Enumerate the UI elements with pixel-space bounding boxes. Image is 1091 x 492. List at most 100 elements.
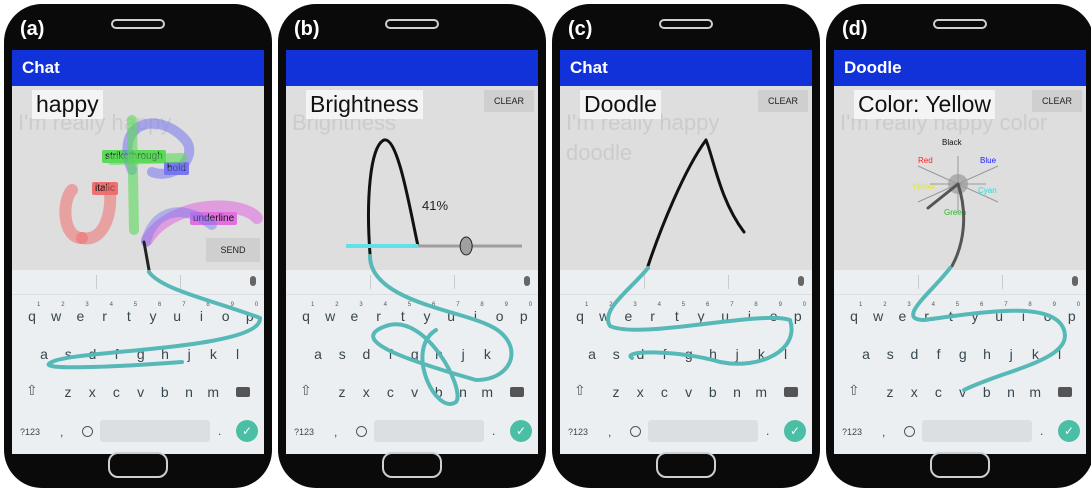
key-b[interactable]: b (155, 384, 175, 400)
backspace-key[interactable] (236, 387, 250, 397)
key-j[interactable]: j (727, 346, 747, 362)
key-t[interactable]: t (667, 308, 687, 324)
key-q[interactable]: q (22, 308, 42, 324)
key-k[interactable]: k (477, 346, 497, 362)
key-u[interactable]: u (167, 308, 187, 324)
key-k[interactable]: k (1025, 346, 1045, 362)
home-button[interactable] (930, 452, 990, 478)
space-bar[interactable] (648, 420, 758, 442)
globe-icon[interactable] (356, 426, 367, 437)
key-x[interactable]: x (630, 384, 650, 400)
suggestion-strip[interactable] (834, 270, 1086, 295)
key-i[interactable]: i (1013, 308, 1033, 324)
space-bar[interactable] (922, 420, 1032, 442)
globe-icon[interactable] (904, 426, 915, 437)
key-w[interactable]: w (46, 308, 66, 324)
enter-key[interactable]: ✓ (1058, 420, 1080, 442)
key-v[interactable]: v (405, 384, 425, 400)
key-r[interactable]: r (643, 308, 663, 324)
clear-button[interactable]: CLEAR (1032, 90, 1082, 112)
key-v[interactable]: v (953, 384, 973, 400)
key-j[interactable]: j (453, 346, 473, 362)
key-p[interactable]: p (1062, 308, 1082, 324)
content-area[interactable]: I'm really happy color Color: Yellow CLE… (834, 86, 1086, 270)
mic-icon[interactable] (798, 276, 804, 286)
key-b[interactable]: b (429, 384, 449, 400)
shift-key[interactable]: ⇧ (26, 382, 38, 399)
key-u[interactable]: u (715, 308, 735, 324)
key-t[interactable]: t (393, 308, 413, 324)
enter-key[interactable]: ✓ (784, 420, 806, 442)
space-bar[interactable] (100, 420, 210, 442)
key-p[interactable]: p (240, 308, 260, 324)
key-a[interactable]: a (34, 346, 54, 362)
key-y[interactable]: y (691, 308, 711, 324)
symbols-key[interactable]: ?123 (568, 427, 588, 437)
mic-icon[interactable] (1072, 276, 1078, 286)
key-w[interactable]: w (594, 308, 614, 324)
globe-icon[interactable] (630, 426, 641, 437)
key-c[interactable]: c (380, 384, 400, 400)
key-a[interactable]: a (308, 346, 328, 362)
key-w[interactable]: w (320, 308, 340, 324)
content-area[interactable]: Brightness Brightness CLEAR 41% (286, 86, 538, 270)
key-v[interactable]: v (131, 384, 151, 400)
key-w[interactable]: w (868, 308, 888, 324)
key-h[interactable]: h (977, 346, 997, 362)
key-r[interactable]: r (95, 308, 115, 324)
key-z[interactable]: z (58, 384, 78, 400)
symbols-key[interactable]: ?123 (842, 427, 862, 437)
key-g[interactable]: g (131, 346, 151, 362)
key-o[interactable]: o (216, 308, 236, 324)
symbols-key[interactable]: ?123 (294, 427, 314, 437)
color-option-black[interactable]: Black (942, 138, 962, 147)
key-e[interactable]: e (618, 308, 638, 324)
key-u[interactable]: u (441, 308, 461, 324)
clear-button[interactable]: CLEAR (758, 90, 808, 112)
backspace-key[interactable] (510, 387, 524, 397)
key-e[interactable]: e (70, 308, 90, 324)
key-n[interactable]: n (453, 384, 473, 400)
key-y[interactable]: y (143, 308, 163, 324)
period-key[interactable]: . (218, 424, 221, 438)
key-y[interactable]: y (965, 308, 985, 324)
period-key[interactable]: . (1040, 424, 1043, 438)
backspace-key[interactable] (1058, 387, 1072, 397)
key-l[interactable]: l (502, 346, 522, 362)
key-k[interactable]: k (751, 346, 771, 362)
key-i[interactable]: i (465, 308, 485, 324)
key-y[interactable]: y (417, 308, 437, 324)
comma-key[interactable]: , (882, 425, 885, 439)
key-n[interactable]: n (727, 384, 747, 400)
mic-icon[interactable] (524, 276, 530, 286)
key-e[interactable]: e (344, 308, 364, 324)
key-x[interactable]: x (904, 384, 924, 400)
key-d[interactable]: d (630, 346, 650, 362)
home-button[interactable] (108, 452, 168, 478)
key-v[interactable]: v (679, 384, 699, 400)
suggestion-strip[interactable] (12, 270, 264, 295)
backspace-key[interactable] (784, 387, 798, 397)
key-l[interactable]: l (1050, 346, 1070, 362)
key-t[interactable]: t (941, 308, 961, 324)
shift-key[interactable]: ⇧ (848, 382, 860, 399)
key-s[interactable]: s (332, 346, 352, 362)
key-c[interactable]: c (928, 384, 948, 400)
color-option-red[interactable]: Red (918, 156, 933, 165)
key-p[interactable]: p (514, 308, 534, 324)
key-o[interactable]: o (1038, 308, 1058, 324)
shift-key[interactable]: ⇧ (574, 382, 586, 399)
key-d[interactable]: d (904, 346, 924, 362)
key-m[interactable]: m (477, 384, 497, 400)
key-j[interactable]: j (179, 346, 199, 362)
key-q[interactable]: q (844, 308, 864, 324)
key-f[interactable]: f (381, 346, 401, 362)
home-button[interactable] (656, 452, 716, 478)
mic-icon[interactable] (250, 276, 256, 286)
key-x[interactable]: x (82, 384, 102, 400)
key-f[interactable]: f (929, 346, 949, 362)
key-l[interactable]: l (776, 346, 796, 362)
key-f[interactable]: f (107, 346, 127, 362)
key-p[interactable]: p (788, 308, 808, 324)
key-k[interactable]: k (203, 346, 223, 362)
